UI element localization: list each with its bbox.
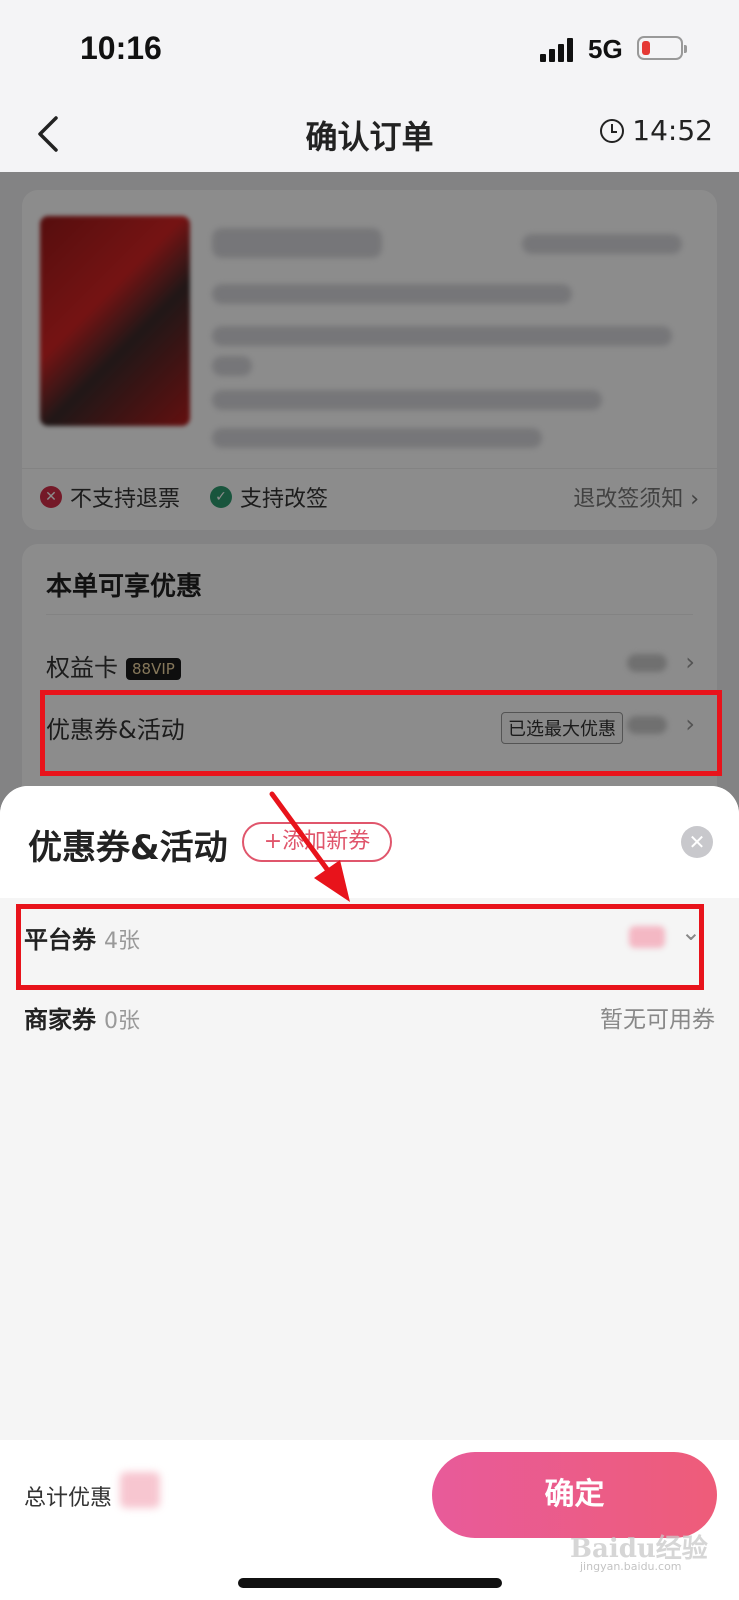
total-discount-value xyxy=(120,1472,160,1508)
total-discount-label: 总计优惠 xyxy=(24,1486,113,1511)
watermark-url: jingyan.baidu.com xyxy=(580,1560,682,1573)
close-icon[interactable]: ✕ xyxy=(681,826,713,858)
highlight-box-coupons xyxy=(40,690,722,776)
merchant-coupon-row[interactable]: 商家券 0张 暂无可用券 xyxy=(0,978,739,1058)
status-bar: 10:16 5G xyxy=(0,0,739,96)
confirm-button[interactable]: 确定 xyxy=(432,1452,717,1538)
add-coupon-button[interactable]: +添加新券 xyxy=(242,822,392,862)
status-time: 10:16 xyxy=(80,30,162,66)
home-indicator xyxy=(238,1578,502,1588)
signal-icon xyxy=(540,38,576,62)
clock-icon xyxy=(600,118,625,143)
sheet-title: 优惠券&活动 xyxy=(28,828,228,868)
footer-bar: 总计优惠 确定 Baidu经验 jingyan.baidu.com xyxy=(0,1440,739,1600)
sheet-header: 优惠券&活动 +添加新券 ✕ xyxy=(0,786,739,898)
no-coupon-status: 暂无可用券 xyxy=(600,1007,715,1033)
highlight-box-platform-coupon xyxy=(16,904,704,990)
network-type: 5G xyxy=(588,34,623,64)
countdown-timer: 14:52 xyxy=(600,114,713,147)
nav-bar: 确认订单 14:52 xyxy=(0,96,739,172)
battery-icon xyxy=(637,36,687,60)
countdown-value: 14:52 xyxy=(632,114,713,147)
